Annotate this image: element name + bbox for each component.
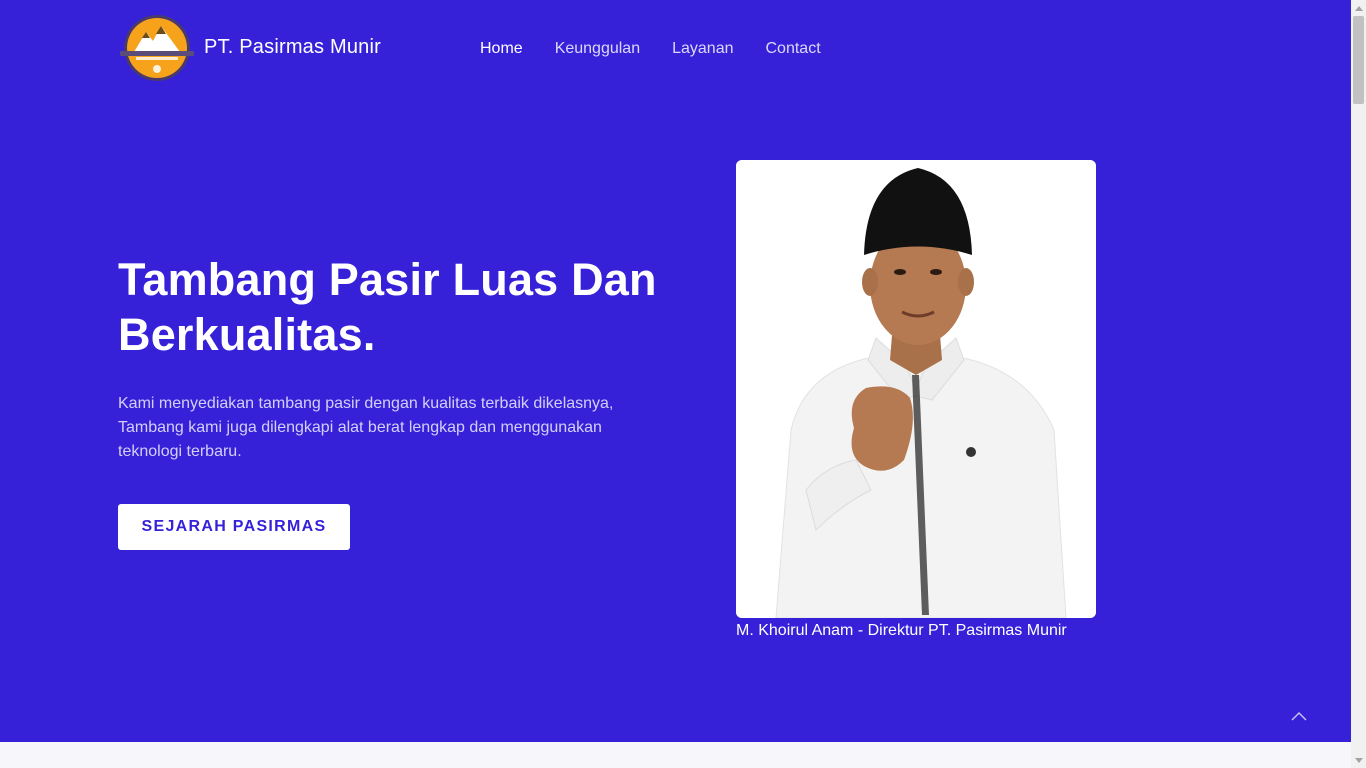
hero-title-line-1: Tambang Pasir Luas Dan (118, 254, 657, 305)
nav-item-keunggulan[interactable]: Keunggulan (555, 38, 640, 60)
scroll-to-top-button[interactable] (1284, 703, 1314, 731)
brand-link[interactable]: PT. Pasirmas Munir (118, 14, 381, 84)
pasirmas-mountain-logo-icon (118, 14, 196, 84)
scroll-up-arrow-icon[interactable] (1351, 0, 1366, 15)
hero-title-line-2: Berkualitas. (118, 309, 376, 360)
navbar: PT. Pasirmas Munir Home Keunggulan Layan… (0, 0, 1351, 96)
hero-description: Kami menyediakan tambang pasir dengan ku… (118, 395, 614, 460)
portrait-caption: M. Khoirul Anam - Direktur PT. Pasirmas … (736, 622, 1067, 639)
page: PT. Pasirmas Munir Home Keunggulan Layan… (0, 0, 1351, 768)
nav-item-home[interactable]: Home (480, 38, 523, 60)
page-scrollbar[interactable] (1351, 0, 1366, 768)
scroll-down-arrow-icon[interactable] (1351, 753, 1366, 768)
nav-item-contact[interactable]: Contact (766, 38, 821, 60)
next-section-edge (0, 742, 1351, 768)
brand-name: PT. Pasirmas Munir (204, 35, 381, 58)
hero-title: Tambang Pasir Luas Dan Berkualitas. (118, 252, 678, 362)
scrollbar-thumb[interactable] (1353, 16, 1364, 104)
main-nav: Home Keunggulan Layanan Contact (480, 38, 853, 60)
nav-item-layanan[interactable]: Layanan (672, 38, 733, 60)
director-portrait (736, 160, 1096, 618)
chevron-up-icon (1291, 708, 1307, 726)
sejarah-pasirmas-button[interactable]: SEJARAH PASIRMAS (118, 504, 350, 550)
